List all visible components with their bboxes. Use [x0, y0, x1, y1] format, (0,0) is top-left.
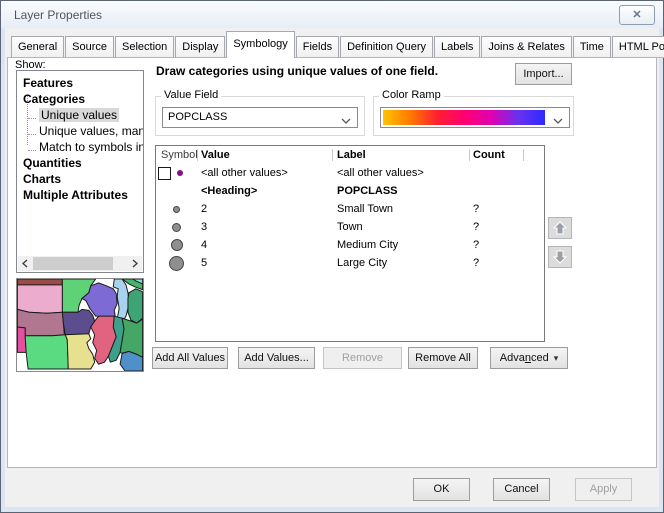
add-values-button[interactable]: Add Values... [238, 347, 315, 369]
category-symbol-dot[interactable] [173, 206, 180, 213]
cell-count: ? [473, 200, 479, 218]
cell-value: 3 [201, 218, 207, 236]
tree-branch-icon [28, 126, 36, 135]
tree-item-unique-values-many[interactable]: Unique values, many [28, 123, 144, 139]
table-row[interactable]: 2 Small Town ? [156, 200, 544, 218]
cell-value: 4 [201, 236, 207, 254]
cell-label: <all other values> [337, 164, 424, 182]
cell-count: ? [473, 254, 479, 272]
instruction-text: Draw categories using unique values of o… [156, 64, 506, 78]
dropdown-arrow-icon: ▾ [554, 353, 559, 363]
tree-item-categories[interactable]: Categories [23, 91, 85, 107]
cell-value: 5 [201, 254, 207, 272]
remove-button[interactable]: Remove [323, 347, 402, 369]
cell-label: Town [337, 218, 363, 236]
all-other-symbol-dot[interactable] [177, 170, 183, 176]
column-separator [197, 149, 198, 161]
cell-count: ? [473, 218, 479, 236]
tab-general[interactable]: General [11, 36, 64, 58]
cell-label: Large City [337, 254, 387, 272]
table-row-all-other-values[interactable]: <all other values> <all other values> [156, 164, 544, 182]
add-all-values-button[interactable]: Add All Values [152, 347, 228, 369]
advanced-button[interactable]: Advanced▾ [490, 347, 568, 369]
cell-label: Small Town [337, 200, 393, 218]
chevron-down-icon [341, 115, 351, 127]
column-header-label[interactable]: Label [337, 146, 366, 164]
table-row-heading[interactable]: <Heading> POPCLASS [156, 182, 544, 200]
value-field-combobox[interactable]: POPCLASS [162, 107, 358, 128]
advanced-label: Adva [500, 352, 525, 364]
tab-strip: General Source Selection Display Symbolo… [11, 31, 664, 58]
cell-label: POPCLASS [337, 182, 398, 200]
category-symbol-dot[interactable] [171, 239, 183, 251]
color-ramp-group: Color Ramp [373, 96, 574, 136]
column-header-symbol[interactable]: Symbol [161, 146, 198, 164]
tab-definition-query[interactable]: Definition Query [340, 36, 433, 58]
column-separator [523, 149, 524, 161]
category-symbol-dot[interactable] [172, 223, 181, 232]
ok-button[interactable]: OK [413, 478, 470, 501]
apply-button[interactable]: Apply [575, 478, 632, 501]
value-field-selected: POPCLASS [168, 108, 227, 127]
tree-item-match-symbols[interactable]: Match to symbols in a [28, 139, 144, 155]
move-down-button[interactable] [548, 246, 572, 268]
tree-item-charts[interactable]: Charts [23, 171, 61, 187]
cell-value: <Heading> [201, 182, 257, 200]
map-preview [16, 278, 144, 372]
tab-selection[interactable]: Selection [115, 36, 174, 58]
column-separator [469, 149, 470, 161]
tree-branch-icon [28, 110, 36, 119]
import-button[interactable]: Import... [515, 63, 572, 85]
tree-item-features[interactable]: Features [23, 75, 73, 91]
show-tree: Features Categories Unique values Unique… [16, 70, 144, 273]
tree-item-quantities[interactable]: Quantities [23, 155, 82, 171]
arrow-up-icon [553, 221, 567, 235]
table-row[interactable]: 5 Large City ? [156, 254, 544, 272]
tab-symbology[interactable]: Symbology [226, 31, 294, 58]
tab-fields[interactable]: Fields [296, 36, 339, 58]
tab-html-popup[interactable]: HTML Popup [612, 36, 664, 58]
category-symbol-dot[interactable] [169, 256, 184, 271]
cell-label: Medium City [337, 236, 398, 254]
value-field-group: Value Field POPCLASS [155, 96, 365, 136]
tree-item-multiple-attributes[interactable]: Multiple Attributes [23, 187, 128, 203]
cell-value: 2 [201, 200, 207, 218]
arrow-down-icon [553, 250, 567, 264]
cancel-button[interactable]: Cancel [493, 478, 550, 501]
tab-time[interactable]: Time [573, 36, 611, 58]
table-row[interactable]: 4 Medium City ? [156, 236, 544, 254]
window-title: Layer Properties [14, 8, 102, 22]
symbols-table: Symbol Value Label Count <all other valu… [155, 145, 545, 342]
close-icon[interactable]: ✕ [619, 5, 655, 25]
chevron-down-icon [553, 115, 563, 127]
tab-display[interactable]: Display [175, 36, 225, 58]
color-ramp-gradient [383, 110, 545, 125]
remove-all-button[interactable]: Remove All [408, 347, 478, 369]
column-separator [332, 149, 333, 161]
color-ramp-combobox[interactable] [380, 107, 570, 128]
scrollbar-thumb[interactable] [33, 257, 113, 270]
cell-value: <all other values> [201, 164, 288, 182]
map-preview-image [17, 279, 143, 371]
move-up-button[interactable] [548, 217, 572, 239]
scroll-left-icon[interactable] [18, 256, 32, 271]
tab-labels[interactable]: Labels [434, 36, 480, 58]
table-row[interactable]: 3 Town ? [156, 218, 544, 236]
all-other-values-checkbox[interactable] [158, 167, 171, 180]
scroll-right-icon[interactable] [128, 256, 142, 271]
title-bar[interactable]: Layer Properties ✕ [1, 1, 663, 28]
value-field-legend: Value Field [161, 89, 221, 101]
tree-branch-icon [28, 142, 36, 151]
column-header-count[interactable]: Count [473, 146, 505, 164]
tab-source[interactable]: Source [65, 36, 114, 58]
cell-count: ? [473, 236, 479, 254]
tree-horizontal-scrollbar[interactable] [18, 256, 142, 271]
tab-joins-relates[interactable]: Joins & Relates [481, 36, 571, 58]
color-ramp-legend: Color Ramp [379, 89, 444, 101]
layer-properties-dialog: Layer Properties ✕ General Source Select… [0, 0, 664, 513]
tree-item-unique-values[interactable]: Unique values [28, 107, 119, 123]
column-header-value[interactable]: Value [201, 146, 230, 164]
